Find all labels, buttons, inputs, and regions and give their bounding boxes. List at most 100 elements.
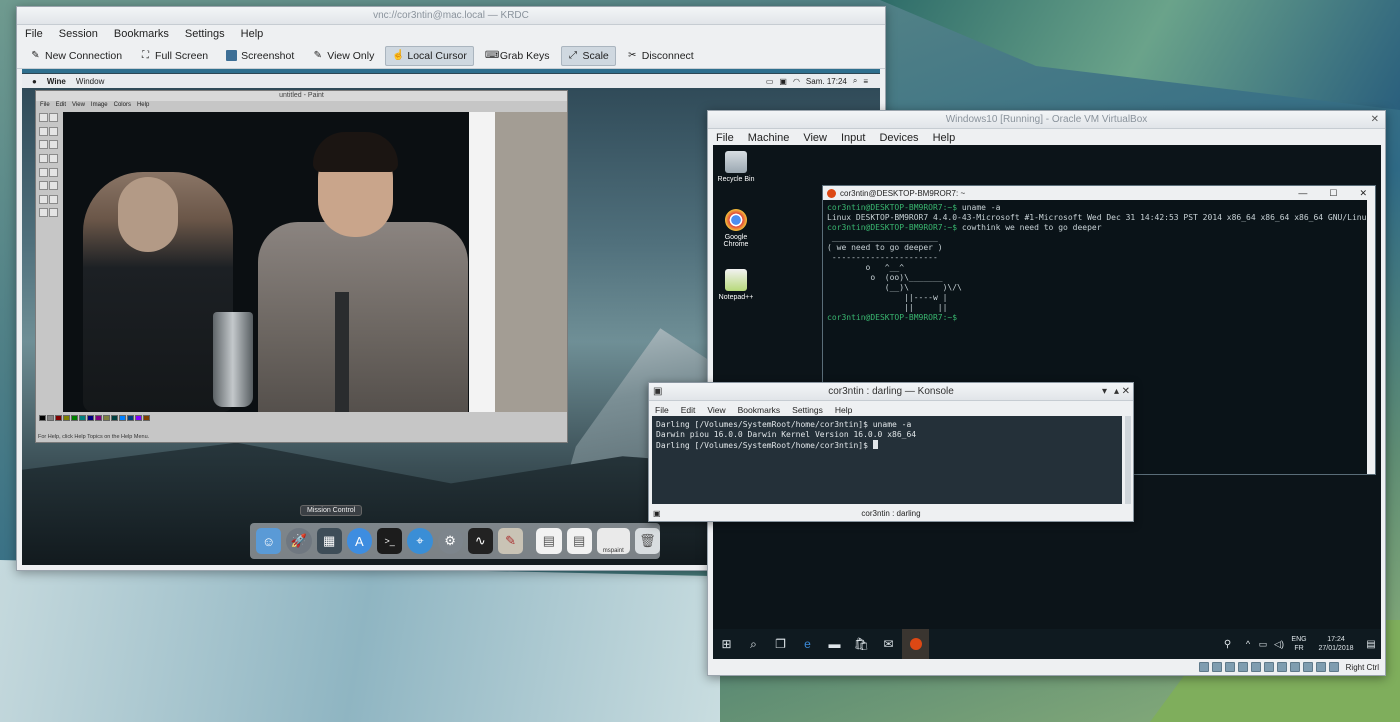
konsole-menu-help[interactable]: Help (835, 405, 852, 415)
paint-tool[interactable] (39, 194, 48, 204)
mspaint-icon[interactable]: mspaint (596, 528, 630, 554)
color-swatch[interactable] (135, 415, 142, 421)
paint-tool[interactable] (39, 181, 48, 191)
notifications-icon[interactable]: ▤ (1361, 629, 1381, 659)
launchpad-icon[interactable]: 🚀 (286, 528, 312, 554)
taskbar-clock[interactable]: 17:24 27/01/2018 (1311, 635, 1361, 653)
new-tab-icon[interactable]: ▣ (653, 507, 661, 521)
keyboard-icon[interactable] (1328, 662, 1339, 672)
terminal-icon[interactable]: >_ (377, 528, 403, 554)
shared-folder-icon[interactable] (1263, 662, 1274, 672)
paint-tool[interactable] (49, 167, 58, 177)
pencil-icon[interactable]: ✎ (498, 528, 524, 554)
display-icon[interactable]: ▣ (779, 77, 787, 86)
list-icon[interactable]: ≡ (863, 77, 868, 86)
mac-app-name[interactable]: Wine (47, 77, 66, 86)
bash-terminal-output[interactable]: cor3ntin@DESKTOP-BM9ROR7:~$ uname -a Linu… (823, 200, 1375, 326)
vbox-menu-machine[interactable]: Machine (748, 132, 790, 144)
mail-icon[interactable]: ✉ (875, 629, 902, 659)
usb-icon[interactable] (1250, 662, 1261, 672)
desktop-icon-recycle-bin[interactable]: Recycle Bin (713, 151, 759, 183)
konsole-terminal[interactable]: Darling [/Volumes/SystemRoot/home/cor3nt… (652, 416, 1122, 504)
minimize-icon[interactable]: — (1298, 186, 1307, 200)
activity-icon[interactable]: ∿ (467, 528, 493, 554)
paint-canvas[interactable] (63, 112, 469, 412)
paint-tool[interactable] (39, 153, 48, 163)
paint-tool[interactable] (49, 140, 58, 150)
color-swatch[interactable] (71, 415, 78, 421)
konsole-tab[interactable]: cor3ntin : darling (861, 509, 920, 518)
local-cursor-button[interactable]: ☝ Local Cursor (385, 45, 474, 66)
store-icon[interactable]: 🛍 (848, 629, 875, 659)
paint-tool[interactable] (49, 181, 58, 191)
volume-icon[interactable]: ◁) (1271, 629, 1287, 659)
mac-menu-window[interactable]: Window (76, 77, 104, 86)
audio-icon[interactable] (1224, 662, 1235, 672)
cpu-icon[interactable] (1302, 662, 1313, 672)
appstore-icon[interactable]: A (346, 528, 372, 554)
paint-tool[interactable] (49, 194, 58, 204)
color-swatch[interactable] (103, 415, 110, 421)
color-swatch[interactable] (143, 415, 150, 421)
vbox-menu-input[interactable]: Input (841, 132, 865, 144)
view-only-button[interactable]: ✎ View Only (305, 46, 381, 66)
konsole-menu-file[interactable]: File (655, 405, 669, 415)
color-swatch[interactable] (55, 415, 62, 421)
scale-button[interactable]: ⤢ Scale (560, 45, 616, 66)
doc-icon[interactable]: ▤ (536, 528, 562, 554)
grab-keys-button[interactable]: ⌨ Grab Keys (478, 46, 557, 66)
konsole-titlebar[interactable]: ▣ cor3ntin : darling — Konsole ▾ ▴ ✕ (649, 383, 1133, 401)
color-swatch[interactable] (39, 415, 46, 421)
screen-icon[interactable]: ▭ (766, 77, 774, 86)
vbox-menu-file[interactable]: File (716, 132, 734, 144)
windows-start-icon[interactable]: ⊞ (713, 629, 740, 659)
menu-session[interactable]: Session (59, 28, 98, 40)
paint-tool[interactable] (39, 167, 48, 177)
paint-menu-view[interactable]: View (72, 101, 85, 110)
mission-control-icon[interactable]: ▦ (316, 528, 342, 554)
krdc-titlebar[interactable]: vnc://cor3ntin@mac.local — KRDC (17, 7, 885, 25)
color-swatch[interactable] (79, 415, 86, 421)
paint-menu-edit[interactable]: Edit (56, 101, 66, 110)
network-icon[interactable]: ▭ (1255, 629, 1271, 659)
network-icon[interactable] (1237, 662, 1248, 672)
desktop-icon-notepadpp[interactable]: Notepad++ (713, 269, 759, 301)
konsole-scrollbar[interactable] (1125, 416, 1131, 504)
close-icon[interactable]: ✕ (1122, 383, 1130, 401)
people-icon[interactable]: ⚲ (1214, 629, 1241, 659)
desktop-icon-chrome[interactable]: Google Chrome (713, 209, 759, 248)
recording-icon[interactable] (1289, 662, 1300, 672)
vbox-menu-devices[interactable]: Devices (879, 132, 918, 144)
close-icon[interactable]: ✕ (1359, 186, 1367, 200)
paint-tool[interactable] (39, 208, 48, 218)
safari-icon[interactable]: ⌖ (407, 528, 433, 554)
paint-menu-colors[interactable]: Colors (114, 101, 131, 110)
paint-tool[interactable] (39, 113, 48, 122)
screenshot-button[interactable]: Screenshot (219, 46, 301, 66)
vbox-menu-help[interactable]: Help (933, 132, 956, 144)
menu-file[interactable]: File (25, 28, 43, 40)
paint-menu-image[interactable]: Image (91, 101, 108, 110)
full-screen-button[interactable]: ⛶ Full Screen (133, 46, 215, 66)
chevron-up-icon[interactable]: ^ (1241, 629, 1255, 659)
color-swatch[interactable] (95, 415, 102, 421)
maximize-icon[interactable]: ☐ (1329, 186, 1337, 200)
mouse-icon[interactable] (1315, 662, 1326, 672)
maximize-icon[interactable]: ▴ (1114, 383, 1119, 401)
doc-icon[interactable]: ▤ (566, 528, 592, 554)
menu-help[interactable]: Help (241, 28, 264, 40)
mac-clock[interactable]: Sam. 17:24 (806, 77, 847, 86)
konsole-menu-view[interactable]: View (707, 405, 725, 415)
paint-tool[interactable] (49, 113, 58, 122)
wifi-icon[interactable]: ◠ (793, 77, 800, 86)
paint-tool[interactable] (39, 126, 48, 136)
menu-bookmarks[interactable]: Bookmarks (114, 28, 169, 40)
menu-settings[interactable]: Settings (185, 28, 225, 40)
paint-menu-file[interactable]: File (40, 101, 50, 110)
vbox-titlebar[interactable]: Windows10 [Running] - Oracle VM VirtualB… (708, 111, 1385, 129)
color-swatch[interactable] (111, 415, 118, 421)
task-view-icon[interactable]: ❐ (767, 629, 794, 659)
color-swatch[interactable] (87, 415, 94, 421)
hdd-icon[interactable] (1198, 662, 1209, 672)
color-swatch[interactable] (127, 415, 134, 421)
